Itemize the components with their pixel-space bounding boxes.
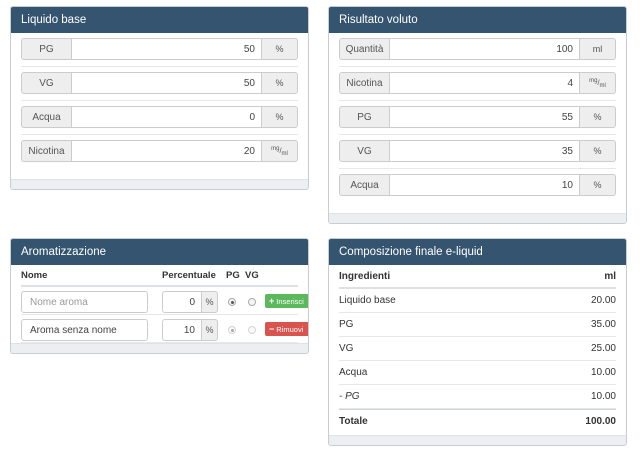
- target-vg-label: VG: [339, 140, 389, 162]
- aroma-pct-unit: %: [202, 291, 218, 313]
- composition-header-ingredient: Ingredienti: [339, 271, 391, 282]
- composition-total-row: Totale 100.00: [339, 409, 616, 433]
- target-pg-label: PG: [339, 106, 389, 128]
- composition-title: Composizione finale e-liquid: [329, 239, 626, 265]
- remove-aroma-button[interactable]: − Rimuovi: [265, 322, 308, 336]
- base-nicotine-label: Nicotina: [21, 140, 71, 162]
- base-row-pg: PG %: [21, 33, 298, 67]
- aroma-header-name: Nome: [21, 270, 48, 281]
- target-nicotine-input[interactable]: [389, 72, 580, 94]
- base-water-label: Acqua: [21, 106, 71, 128]
- minus-icon: −: [269, 323, 275, 334]
- aroma-name-input[interactable]: [21, 291, 148, 313]
- target-quantity-unit: ml: [580, 38, 616, 60]
- target-water-label: Acqua: [339, 174, 389, 196]
- aroma-header-vg: VG: [245, 270, 259, 281]
- base-liquid-panel: Liquido base PG % VG % Acqua % Nicotina …: [10, 6, 309, 190]
- base-vg-input[interactable]: [71, 72, 262, 94]
- aroma-row: % − Rimuovi: [21, 315, 308, 343]
- target-row-water: Acqua %: [339, 169, 616, 203]
- target-quantity-label: Quantità: [339, 38, 389, 60]
- target-water-unit: %: [580, 174, 616, 196]
- aroma-row-pg-radio: [228, 326, 236, 334]
- composition-header-unit: ml: [604, 271, 616, 282]
- target-vg-unit: %: [580, 140, 616, 162]
- aroma-row-pct-input[interactable]: [162, 319, 202, 341]
- aroma-row-name-input[interactable]: [21, 319, 148, 341]
- base-vg-unit: %: [262, 72, 298, 94]
- base-pg-input[interactable]: [71, 38, 262, 60]
- aroma-new-row: % + Inserisci: [21, 287, 308, 315]
- target-water-input[interactable]: [389, 174, 580, 196]
- aroma-vg-radio[interactable]: [248, 298, 256, 306]
- table-row: Acqua 10.00: [339, 361, 616, 385]
- target-nicotine-unit: mg/ml: [580, 72, 616, 94]
- target-result-title: Risultato voluto: [329, 7, 626, 33]
- target-result-panel: Risultato voluto Quantità ml Nicotina mg…: [328, 6, 627, 224]
- composition-panel: Composizione finale e-liquid Ingredienti…: [328, 238, 627, 446]
- aroma-row-vg-radio: [248, 326, 256, 334]
- base-row-nicotine: Nicotina mg/ml: [21, 135, 298, 169]
- target-panel-footer: [329, 213, 626, 223]
- base-row-water: Acqua %: [21, 101, 298, 135]
- target-row-quantity: Quantità ml: [339, 33, 616, 67]
- aroma-row-pct-unit: %: [202, 319, 218, 341]
- base-row-vg: VG %: [21, 67, 298, 101]
- composition-panel-footer: [329, 435, 626, 445]
- base-panel-footer: [11, 179, 308, 189]
- aroma-panel: Aromatizzazione Nome Percentuale PG VG %…: [10, 238, 309, 354]
- base-water-input[interactable]: [71, 106, 262, 128]
- aroma-header-pct: Percentuale: [162, 270, 216, 281]
- base-pg-label: PG: [21, 38, 71, 60]
- composition-total-label: Totale: [339, 416, 368, 427]
- target-row-pg: PG %: [339, 101, 616, 135]
- base-pg-unit: %: [262, 38, 298, 60]
- table-row: - PG 10.00: [339, 385, 616, 409]
- target-pg-input[interactable]: [389, 106, 580, 128]
- insert-aroma-button[interactable]: + Inserisci: [265, 294, 308, 308]
- aroma-pct-input[interactable]: [162, 291, 202, 313]
- aroma-title: Aromatizzazione: [11, 239, 308, 265]
- aroma-pg-radio[interactable]: [228, 298, 236, 306]
- target-nicotine-label: Nicotina: [339, 72, 389, 94]
- plus-icon: +: [269, 295, 275, 306]
- target-vg-input[interactable]: [389, 140, 580, 162]
- base-nicotine-input[interactable]: [71, 140, 262, 162]
- aroma-header-pg: PG: [226, 270, 240, 281]
- composition-header: Ingredienti ml: [339, 265, 616, 289]
- target-row-vg: VG %: [339, 135, 616, 169]
- table-row: Liquido base 20.00: [339, 289, 616, 313]
- table-row: PG 35.00: [339, 313, 616, 337]
- base-liquid-title: Liquido base: [11, 7, 308, 33]
- table-row: VG 25.00: [339, 337, 616, 361]
- composition-total-value: 100.00: [585, 416, 616, 427]
- base-nicotine-unit: mg/ml: [262, 140, 298, 162]
- base-vg-label: VG: [21, 72, 71, 94]
- aroma-panel-footer: [11, 343, 308, 353]
- aroma-table-header: Nome Percentuale PG VG: [21, 265, 298, 287]
- base-water-unit: %: [262, 106, 298, 128]
- target-pg-unit: %: [580, 106, 616, 128]
- target-row-nicotine: Nicotina mg/ml: [339, 67, 616, 101]
- target-quantity-input[interactable]: [389, 38, 580, 60]
